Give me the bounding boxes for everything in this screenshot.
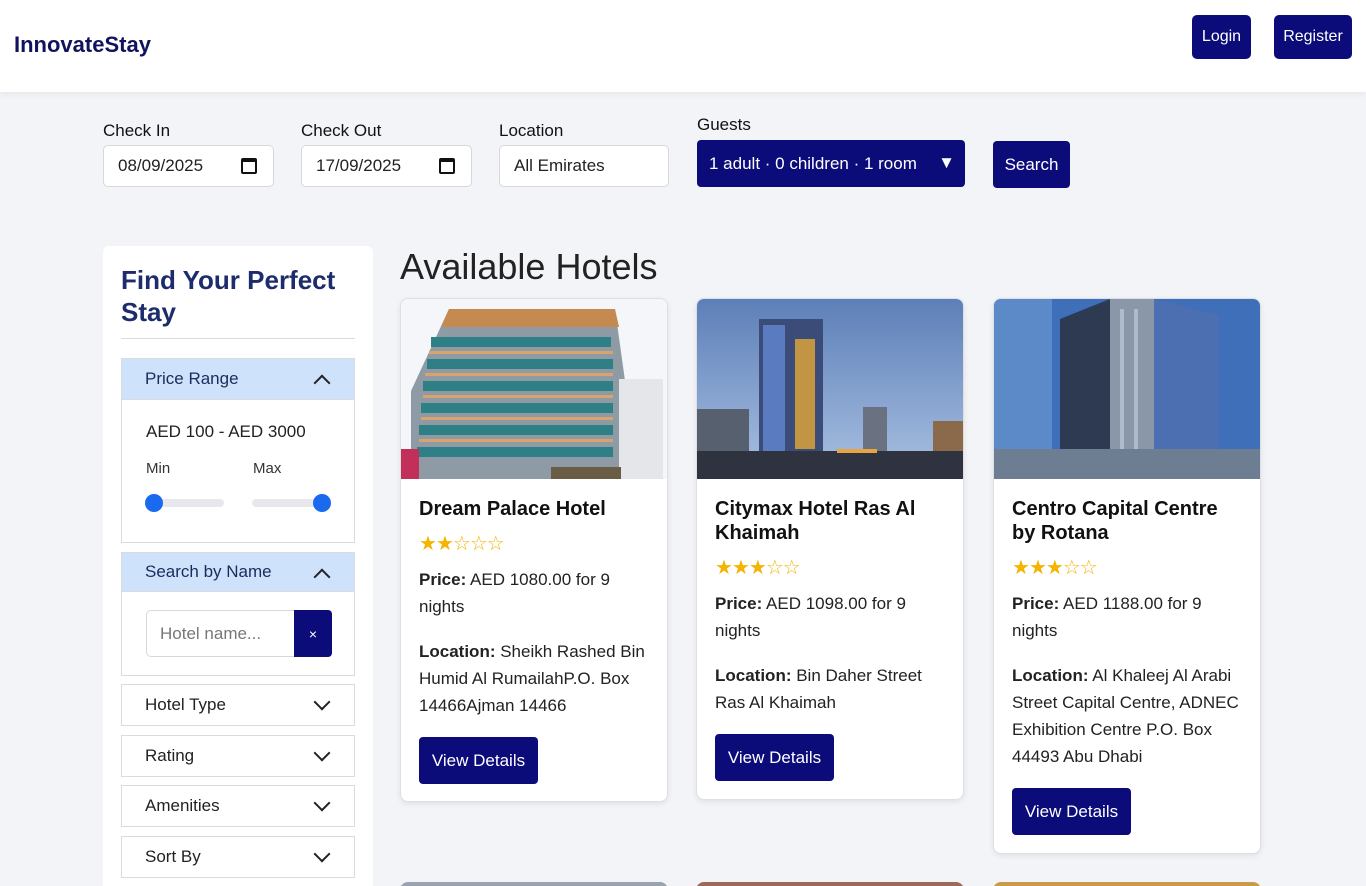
- star-empty-icon: ☆: [1079, 557, 1098, 579]
- min-slider-thumb[interactable]: [145, 494, 163, 512]
- clear-name-button[interactable]: ×: [294, 610, 332, 657]
- check-in-label: Check In: [103, 121, 171, 140]
- sort-by-title: Sort By: [145, 847, 201, 866]
- view-details-button[interactable]: View Details: [419, 737, 538, 784]
- hotel-image[interactable]: [697, 299, 963, 479]
- price-range-title: Price Range: [145, 369, 239, 388]
- star-filled-icon: ★: [748, 557, 767, 579]
- check-in-input[interactable]: 08/09/2025: [103, 145, 274, 187]
- chevron-down-icon: [313, 693, 331, 711]
- hotel-name-placeholder: Hotel name...: [160, 623, 262, 643]
- guests-value: 1 adult · 0 children · 1 room: [709, 153, 917, 173]
- hotel-location: Location: Al Khaleej Al Arabi Street Cap…: [1012, 662, 1244, 770]
- sidebar-title: Find Your Perfect Stay: [121, 265, 336, 327]
- price-range-text: AED 100 - AED 3000: [146, 422, 306, 441]
- hotel-card: Dream Palace Hotel ★★☆☆☆ Price: AED 1080…: [400, 298, 668, 802]
- star-empty-icon: ☆: [782, 557, 801, 579]
- star-filled-icon: ★: [435, 533, 454, 555]
- amenities-title: Amenities: [145, 796, 220, 815]
- check-out-value: 17/09/2025: [316, 156, 402, 175]
- max-label: Max: [253, 460, 282, 477]
- hotel-location: Location: Sheikh Rashed Bin Humid Al Rum…: [419, 638, 651, 719]
- hotel-name[interactable]: Dream Palace Hotel: [419, 497, 651, 521]
- register-button[interactable]: Register: [1274, 15, 1352, 59]
- chevron-down-icon: [313, 794, 331, 812]
- hotel-name[interactable]: Centro Capital Centre by Rotana: [1012, 497, 1244, 545]
- star-rating: ★★★☆☆: [1012, 555, 1098, 580]
- hotel-location: Location: Bin Daher Street Ras Al Khaima…: [715, 662, 947, 716]
- check-out-input[interactable]: 17/09/2025: [301, 145, 472, 187]
- location-label: Location:: [419, 642, 496, 661]
- location-label: Location:: [1012, 666, 1089, 685]
- min-price-slider[interactable]: [145, 494, 224, 512]
- view-details-button[interactable]: View Details: [1012, 788, 1131, 835]
- rating-header[interactable]: Rating: [121, 735, 355, 777]
- chevron-down-icon: [313, 845, 331, 863]
- sort-by-header[interactable]: Sort By: [121, 836, 355, 878]
- star-filled-icon: ★: [1012, 557, 1030, 579]
- price-label: Price:: [715, 594, 763, 613]
- brand-logo[interactable]: InnovateStay: [14, 32, 151, 58]
- location-select[interactable]: All Emirates: [499, 145, 669, 187]
- divider: [121, 338, 355, 339]
- amenities-header[interactable]: Amenities: [121, 785, 355, 827]
- hotel-image[interactable]: [401, 299, 667, 479]
- chevron-down-icon: [313, 744, 331, 762]
- hotel-name[interactable]: Citymax Hotel Ras Al Khaimah: [715, 497, 947, 545]
- search-button[interactable]: Search: [993, 141, 1070, 188]
- check-in-value: 08/09/2025: [118, 156, 204, 175]
- star-filled-icon: ★: [715, 557, 733, 579]
- hotel-card-next: [400, 882, 668, 886]
- star-empty-icon: ☆: [452, 533, 471, 555]
- chevron-up-icon: [313, 568, 331, 586]
- hotel-card-next: [993, 882, 1261, 886]
- search-by-name-title: Search by Name: [145, 562, 272, 581]
- guests-label: Guests: [697, 115, 751, 134]
- price-range-header[interactable]: Price Range: [121, 358, 355, 400]
- max-slider-thumb[interactable]: [313, 494, 331, 512]
- calendar-icon[interactable]: [439, 158, 455, 174]
- star-empty-icon: ☆: [1062, 557, 1081, 579]
- price-label: Price:: [419, 570, 467, 589]
- star-empty-icon: ☆: [469, 533, 488, 555]
- caret-down-icon: ▼: [938, 153, 955, 172]
- filter-sidebar: Find Your Perfect Stay Price Range AED 1…: [103, 246, 373, 886]
- location-value: All Emirates: [514, 156, 605, 175]
- hotel-type-header[interactable]: Hotel Type: [121, 684, 355, 726]
- rating-title: Rating: [145, 746, 195, 765]
- search-by-name-header[interactable]: Search by Name: [121, 552, 355, 592]
- hotel-image[interactable]: [994, 299, 1260, 479]
- hotel-price: Price: AED 1080.00 for 9 nights: [419, 566, 651, 620]
- star-filled-icon: ★: [419, 533, 437, 555]
- location-label: Location:: [715, 666, 792, 685]
- hotel-price: Price: AED 1098.00 for 9 nights: [715, 590, 947, 644]
- price-range-panel: AED 100 - AED 3000 Min Max: [121, 400, 355, 543]
- view-details-button[interactable]: View Details: [715, 734, 834, 781]
- star-rating: ★★☆☆☆: [419, 531, 505, 556]
- search-by-name-panel: Hotel name... ×: [121, 592, 355, 676]
- top-navbar: InnovateStay Login Register: [0, 0, 1366, 92]
- login-button[interactable]: Login: [1192, 15, 1251, 59]
- hotel-price: Price: AED 1188.00 for 9 nights: [1012, 590, 1244, 644]
- star-filled-icon: ★: [731, 557, 750, 579]
- hotel-name-input[interactable]: Hotel name...: [146, 610, 294, 657]
- guests-dropdown[interactable]: 1 adult · 0 children · 1 room ▼: [697, 140, 965, 187]
- star-rating: ★★★☆☆: [715, 555, 801, 580]
- price-label: Price:: [1012, 594, 1060, 613]
- min-label: Min: [146, 460, 171, 477]
- hotel-type-title: Hotel Type: [145, 695, 226, 714]
- max-price-slider[interactable]: [252, 494, 331, 512]
- star-empty-icon: ☆: [486, 533, 505, 555]
- star-filled-icon: ★: [1028, 557, 1047, 579]
- location-label: Location: [499, 121, 564, 140]
- star-empty-icon: ☆: [765, 557, 784, 579]
- hotel-card-next: [696, 882, 964, 886]
- check-out-label: Check Out: [301, 121, 382, 140]
- chevron-up-icon: [313, 374, 331, 392]
- calendar-icon[interactable]: [241, 158, 257, 174]
- hotel-card: Centro Capital Centre by Rotana ★★★☆☆ Pr…: [993, 298, 1261, 854]
- star-filled-icon: ★: [1045, 557, 1064, 579]
- hotel-card: Citymax Hotel Ras Al Khaimah ★★★☆☆ Price…: [696, 298, 964, 800]
- page-title: Available Hotels: [400, 246, 658, 287]
